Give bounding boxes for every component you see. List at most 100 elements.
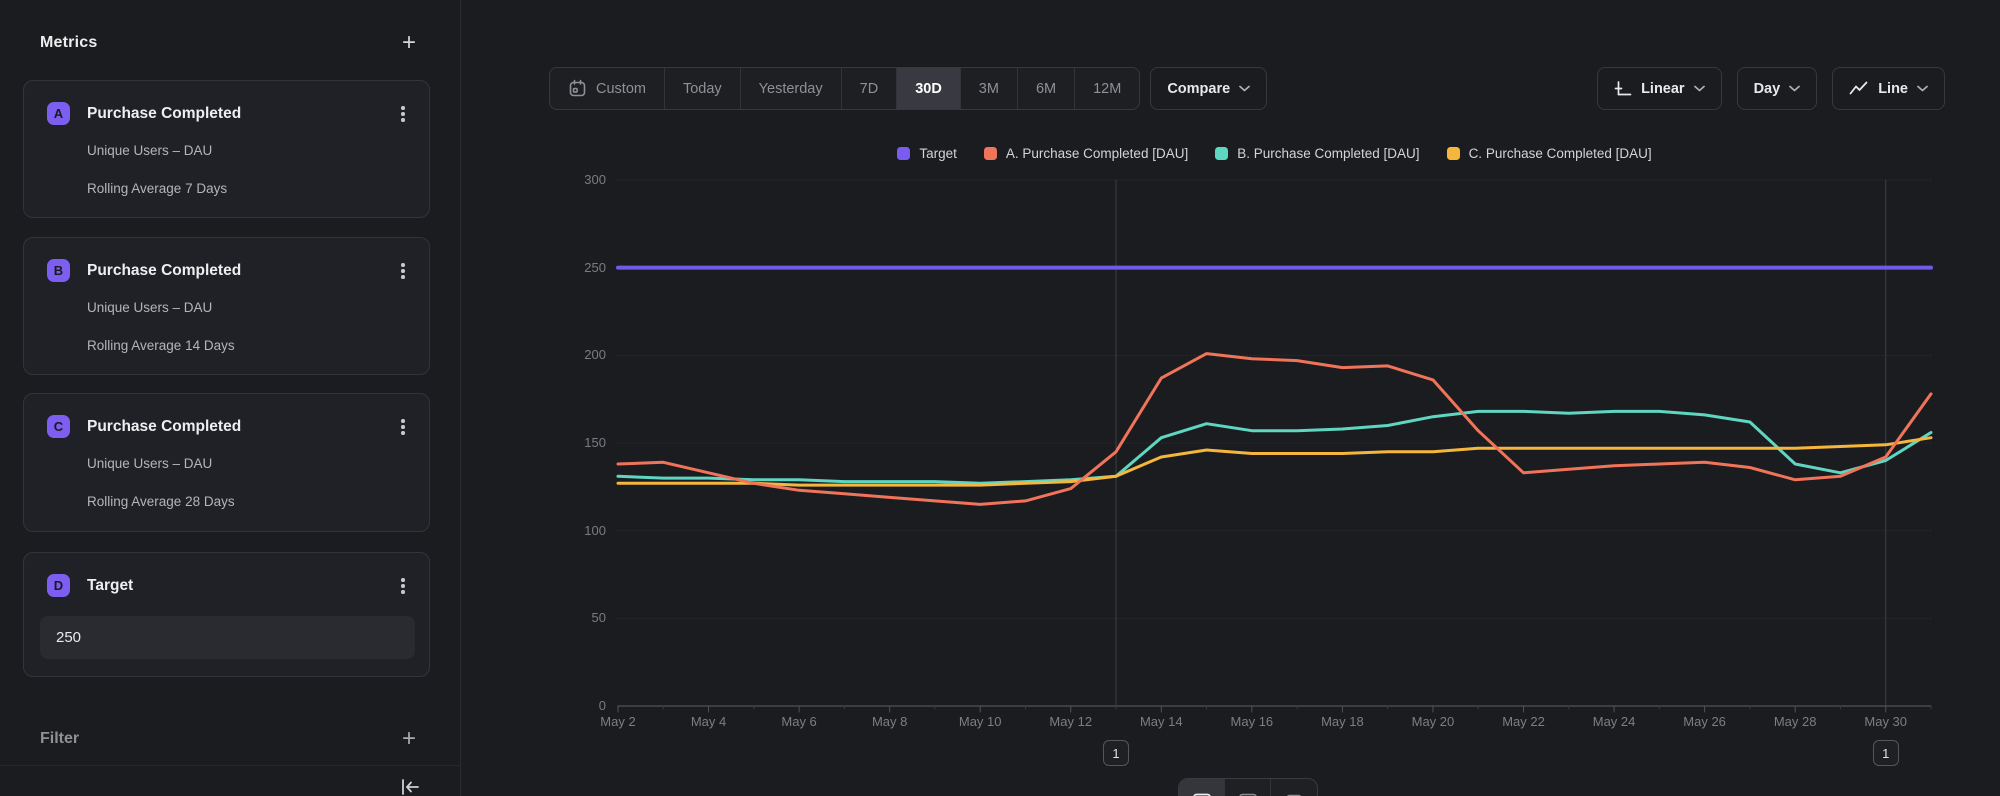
y-tick-label: 150 xyxy=(552,435,606,450)
chart-toolbar: Custom Today Yesterday 7D 30D 3M 6M 12M … xyxy=(549,67,1945,110)
metric-badge: B xyxy=(47,259,70,282)
metric-card-a[interactable]: A Purchase Completed Unique Users – DAU … xyxy=(23,80,430,218)
interval-dropdown[interactable]: Day xyxy=(1737,67,1818,110)
y-tick-label: 50 xyxy=(552,610,606,625)
range-label: 7D xyxy=(860,81,879,97)
series-line-c[interactable] xyxy=(618,438,1931,485)
y-axis-labels: 050100150200250300 xyxy=(552,180,606,706)
scale-dropdown[interactable]: Linear xyxy=(1597,67,1722,110)
chart-display-controls: Linear Day Line xyxy=(1597,67,1945,110)
target-card[interactable]: D Target xyxy=(23,552,430,677)
metric-measure: Unique Users – DAU xyxy=(87,456,212,471)
filter-heading: Filter xyxy=(40,730,79,748)
chart-type-dropdown[interactable]: Line xyxy=(1832,67,1945,110)
y-tick-label: 0 xyxy=(552,698,606,713)
metric-title: Purchase Completed xyxy=(87,105,241,123)
chevron-down-icon xyxy=(1694,85,1705,92)
metric-badge: A xyxy=(47,102,70,125)
metric-badge: C xyxy=(47,415,70,438)
legend-swatch xyxy=(897,147,910,160)
add-metric-button[interactable]: + xyxy=(402,32,416,54)
interval-label: Day xyxy=(1754,81,1781,97)
metric-rolling-average: Rolling Average 14 Days xyxy=(87,338,235,353)
x-tick-label: May 14 xyxy=(1116,714,1206,729)
legend-label: Target xyxy=(919,146,957,161)
target-value-input[interactable] xyxy=(40,616,415,659)
date-range-segmented-control: Custom Today Yesterday 7D 30D 3M 6M 12M xyxy=(549,67,1140,110)
calendar-icon xyxy=(568,79,587,98)
range-label: 3M xyxy=(979,81,999,97)
small-panel-icon xyxy=(1284,792,1304,796)
range-today-button[interactable]: Today xyxy=(665,68,741,109)
metric-measure: Unique Users – DAU xyxy=(87,300,212,315)
compare-dropdown[interactable]: Compare xyxy=(1150,67,1267,110)
x-tick-label: May 20 xyxy=(1388,714,1478,729)
legend-label: C. Purchase Completed [DAU] xyxy=(1469,146,1652,161)
filter-section: Filter + xyxy=(40,728,416,750)
range-3m-button[interactable]: 3M xyxy=(961,68,1018,109)
chevron-down-icon xyxy=(1917,85,1928,92)
collapse-sidebar-icon[interactable] xyxy=(399,777,421,796)
scale-label: Linear xyxy=(1641,81,1685,97)
range-label: Today xyxy=(683,81,722,97)
range-label: 6M xyxy=(1036,81,1056,97)
range-6m-button[interactable]: 6M xyxy=(1018,68,1075,109)
metric-badge: D xyxy=(47,574,70,597)
x-tick-label: May 26 xyxy=(1660,714,1750,729)
y-tick-label: 250 xyxy=(552,260,606,275)
chart-size-medium-button[interactable] xyxy=(1225,779,1271,796)
kebab-menu-icon[interactable] xyxy=(391,573,415,599)
chart-size-segmented-control xyxy=(1178,778,1318,796)
split-panel-icon xyxy=(1238,792,1258,796)
add-filter-button[interactable]: + xyxy=(402,728,416,750)
kebab-menu-icon[interactable] xyxy=(391,414,415,440)
metric-measure: Unique Users – DAU xyxy=(87,143,212,158)
dashboard: Metrics + A Purchase Completed Unique Us… xyxy=(0,0,2000,796)
legend-swatch xyxy=(984,147,997,160)
chart-size-large-button[interactable] xyxy=(1179,779,1225,796)
range-custom-button[interactable]: Custom xyxy=(550,68,665,109)
x-tick-label: May 8 xyxy=(845,714,935,729)
annotation-badge[interactable]: 1 xyxy=(1103,740,1129,766)
y-tick-label: 100 xyxy=(552,523,606,538)
legend-item-a[interactable]: A. Purchase Completed [DAU] xyxy=(984,146,1188,161)
line-chart-plot[interactable] xyxy=(618,180,1931,712)
range-label: Custom xyxy=(596,81,646,97)
range-yesterday-button[interactable]: Yesterday xyxy=(741,68,842,109)
x-tick-label: May 6 xyxy=(754,714,844,729)
metric-card-c[interactable]: C Purchase Completed Unique Users – DAU … xyxy=(23,393,430,532)
range-12m-button[interactable]: 12M xyxy=(1075,68,1139,109)
x-tick-label: May 10 xyxy=(935,714,1025,729)
x-tick-label: May 4 xyxy=(664,714,754,729)
legend-swatch xyxy=(1447,147,1460,160)
chart-panel: Custom Today Yesterday 7D 30D 3M 6M 12M … xyxy=(462,0,2000,796)
metric-title: Target xyxy=(87,577,133,595)
x-tick-label: May 18 xyxy=(1297,714,1387,729)
metrics-sidebar: Metrics + A Purchase Completed Unique Us… xyxy=(0,0,461,796)
metric-rolling-average: Rolling Average 28 Days xyxy=(87,494,235,509)
range-label: Yesterday xyxy=(759,81,823,97)
y-tick-label: 300 xyxy=(552,172,606,187)
sidebar-divider xyxy=(0,765,460,766)
annotation-badge[interactable]: 1 xyxy=(1873,740,1899,766)
legend-item-target[interactable]: Target xyxy=(897,146,957,161)
range-30d-button[interactable]: 30D xyxy=(897,68,961,109)
range-7d-button[interactable]: 7D xyxy=(842,68,898,109)
legend-item-c[interactable]: C. Purchase Completed [DAU] xyxy=(1447,146,1652,161)
legend-swatch xyxy=(1215,147,1228,160)
sidebar-header: Metrics + xyxy=(40,32,416,54)
x-tick-label: May 30 xyxy=(1841,714,1931,729)
metric-card-b[interactable]: B Purchase Completed Unique Users – DAU … xyxy=(23,237,430,375)
metrics-heading: Metrics xyxy=(40,34,97,52)
kebab-menu-icon[interactable] xyxy=(391,101,415,127)
chart-size-small-button[interactable] xyxy=(1271,779,1317,796)
legend-label: A. Purchase Completed [DAU] xyxy=(1006,146,1188,161)
kebab-menu-icon[interactable] xyxy=(391,258,415,284)
legend-item-b[interactable]: B. Purchase Completed [DAU] xyxy=(1215,146,1419,161)
x-tick-label: May 16 xyxy=(1207,714,1297,729)
linear-scale-icon xyxy=(1614,80,1632,97)
range-label: 12M xyxy=(1093,81,1121,97)
chart-legend: Target A. Purchase Completed [DAU] B. Pu… xyxy=(618,146,1931,161)
large-panel-icon xyxy=(1192,792,1212,796)
x-tick-label: May 12 xyxy=(1026,714,1116,729)
